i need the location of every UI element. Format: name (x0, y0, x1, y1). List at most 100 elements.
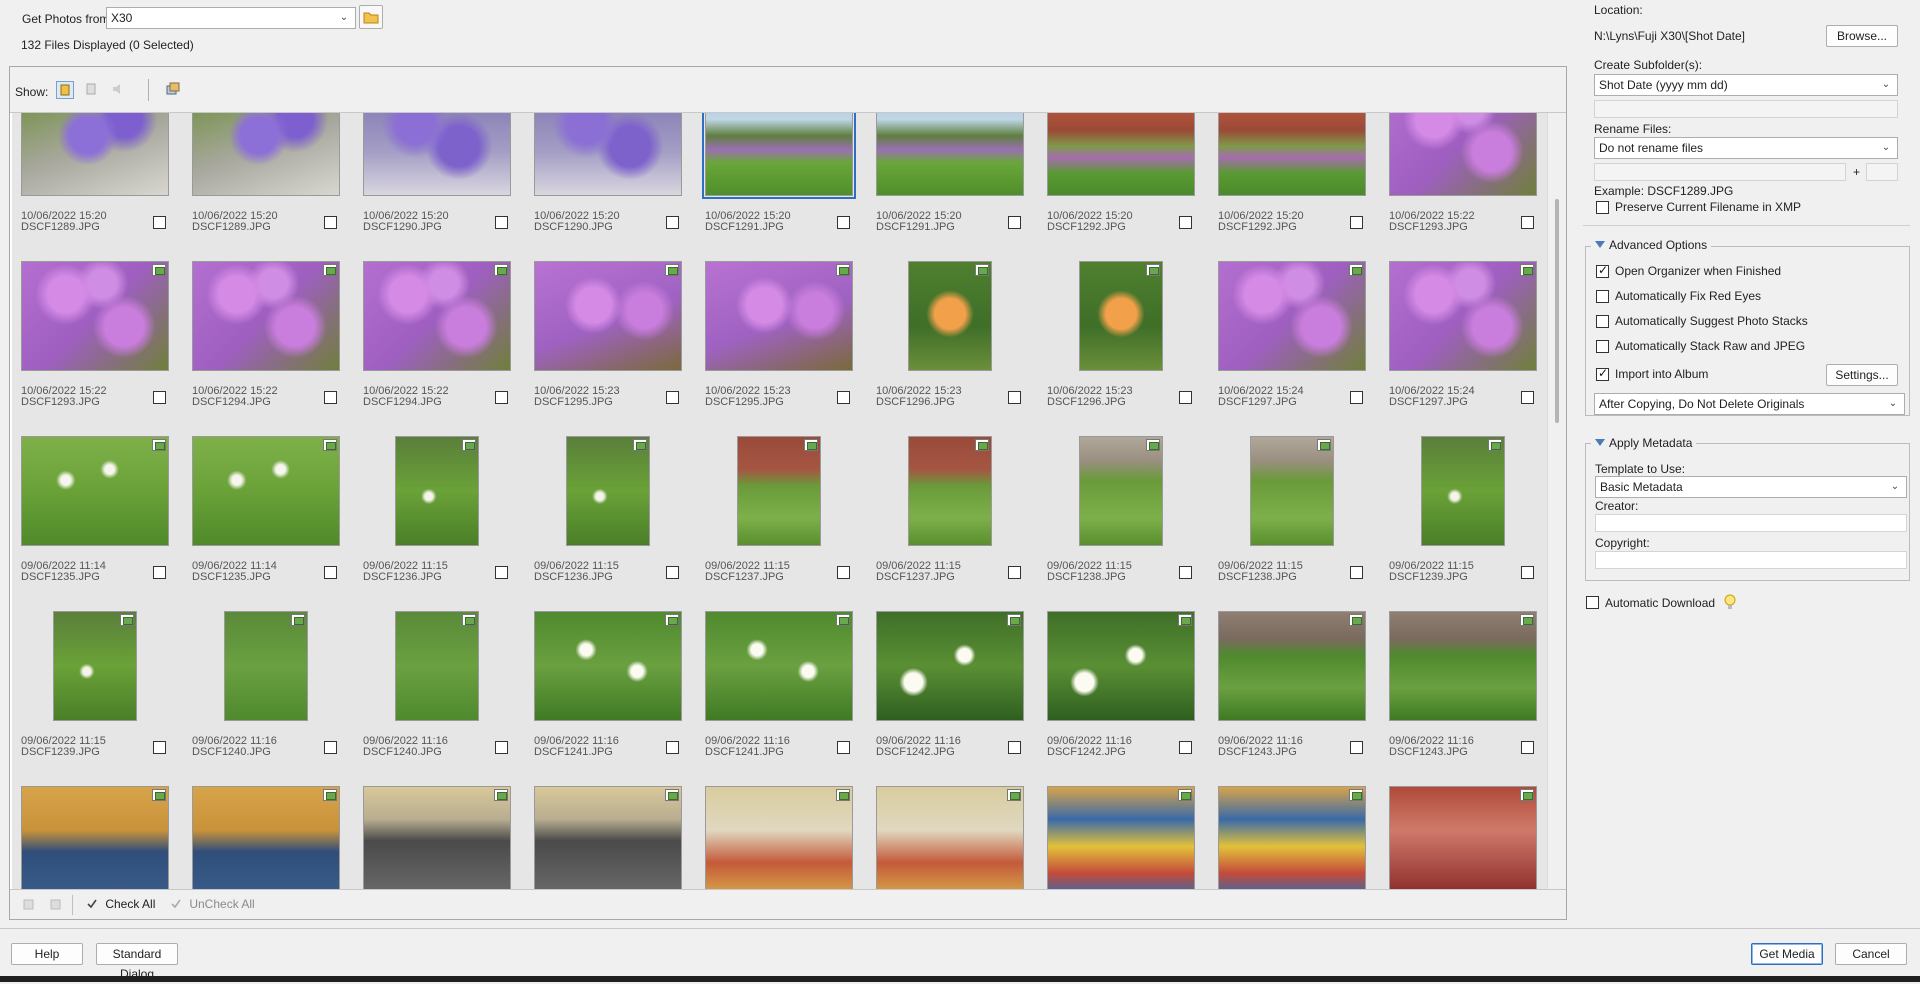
thumbnail-cell[interactable]: 10/06/2022 15:22 DSCF1293.JPG (21, 261, 173, 431)
fix-red-eyes-checkbox[interactable] (1596, 290, 1609, 303)
thumbnail-cell[interactable]: 10/06/2022 15:20 DSCF1289.JPG (21, 113, 173, 256)
thumbnail-checkbox[interactable] (495, 216, 508, 229)
thumbnail-image[interactable] (1218, 611, 1366, 721)
thumbnail-image[interactable] (566, 436, 650, 546)
thumbnail-image[interactable] (1421, 436, 1505, 546)
rename-combo[interactable]: Do not rename files ⌄ (1594, 137, 1898, 159)
thumbnail-cell[interactable]: 10/06/2022 15:22 DSCF1294.JPG (192, 261, 344, 431)
thumbnail-cell[interactable]: 09/06/2022 11:15 DSCF1238.JPG (1218, 436, 1370, 606)
thumbnail-checkbox[interactable] (666, 391, 679, 404)
thumbnail-cell[interactable]: 09/06/2022 11:15 DSCF1238.JPG (1047, 436, 1199, 606)
thumbnail-cell[interactable]: 10/06/2022 15:20 DSCF1291.JPG (876, 113, 1028, 256)
thumbnail-cell[interactable] (1218, 786, 1370, 890)
rotate-left-button[interactable] (22, 897, 36, 911)
thumbnail-image[interactable] (876, 611, 1024, 721)
browse-button[interactable]: Browse... (1826, 25, 1898, 47)
thumbnail-checkbox[interactable] (1350, 391, 1363, 404)
thumbnail-cell[interactable] (21, 786, 173, 890)
thumbnail-image[interactable] (192, 261, 340, 371)
thumbnail-checkbox[interactable] (837, 216, 850, 229)
show-audio-toggle[interactable] (110, 81, 128, 99)
thumbnail-image[interactable] (705, 786, 853, 890)
thumbnail-checkbox[interactable] (324, 216, 337, 229)
thumbnail-cell[interactable]: 10/06/2022 15:23 DSCF1295.JPG (534, 261, 686, 431)
thumbnail-checkbox[interactable] (324, 391, 337, 404)
thumbnail-cell[interactable]: 09/06/2022 11:15 DSCF1236.JPG (363, 436, 515, 606)
thumbnail-image[interactable] (1250, 436, 1334, 546)
thumbnail-cell[interactable]: 09/06/2022 11:15 DSCF1237.JPG (705, 436, 857, 606)
thumbnail-cell[interactable]: 09/06/2022 11:15 DSCF1236.JPG (534, 436, 686, 606)
thumbnail-image[interactable] (1218, 786, 1366, 890)
thumbnail-image[interactable] (363, 261, 511, 371)
thumbnail-cell[interactable] (705, 786, 857, 890)
thumbnail-image[interactable] (702, 113, 856, 199)
thumbnail-cell[interactable]: 10/06/2022 15:22 DSCF1293.JPG (1389, 113, 1541, 256)
thumbnail-cell[interactable]: 09/06/2022 11:16 DSCF1240.JPG (192, 611, 344, 781)
template-combo[interactable]: Basic Metadata ⌄ (1595, 476, 1907, 498)
subfolder-combo[interactable]: Shot Date (yyyy mm dd) ⌄ (1594, 74, 1898, 96)
thumbnail-checkbox[interactable] (495, 391, 508, 404)
thumbnail-cell[interactable] (534, 786, 686, 890)
thumbnail-cell[interactable]: 10/06/2022 15:20 DSCF1290.JPG (534, 113, 686, 256)
thumbnail-image[interactable] (395, 436, 479, 546)
thumbnail-checkbox[interactable] (1179, 566, 1192, 579)
thumbnail-image[interactable] (192, 113, 340, 196)
thumbnail-cell[interactable]: 10/06/2022 15:24 DSCF1297.JPG (1218, 261, 1370, 431)
thumbnail-checkbox[interactable] (153, 741, 166, 754)
thumbnail-checkbox[interactable] (1008, 741, 1021, 754)
thumbnail-image[interactable] (534, 786, 682, 890)
thumbnail-image[interactable] (224, 611, 308, 721)
thumbnail-image[interactable] (1047, 611, 1195, 721)
after-copying-combo[interactable]: After Copying, Do Not Delete Originals ⌄ (1594, 393, 1905, 415)
thumbnail-image[interactable] (1389, 786, 1537, 890)
thumbnail-image[interactable] (21, 113, 169, 196)
apply-metadata-title[interactable]: Apply Metadata (1591, 436, 1697, 450)
thumbnail-image[interactable] (363, 786, 511, 890)
thumbnail-image[interactable] (1047, 113, 1195, 196)
thumbnail-cell[interactable]: 10/06/2022 15:22 DSCF1294.JPG (363, 261, 515, 431)
thumbnail-cell[interactable]: 09/06/2022 11:16 DSCF1243.JPG (1218, 611, 1370, 781)
thumbnail-image[interactable] (21, 786, 169, 890)
thumbnail-checkbox[interactable] (1521, 566, 1534, 579)
thumbnail-image[interactable] (876, 786, 1024, 890)
thumbnail-cell[interactable]: 09/06/2022 11:16 DSCF1241.JPG (534, 611, 686, 781)
grid-scrollbar[interactable] (1547, 113, 1566, 890)
thumbnail-image[interactable] (876, 113, 1024, 196)
thumbnail-image[interactable] (534, 113, 682, 196)
open-organizer-checkbox[interactable] (1596, 263, 1609, 278)
advanced-options-title[interactable]: Advanced Options (1591, 238, 1712, 252)
thumbnail-cell[interactable]: 10/06/2022 15:23 DSCF1296.JPG (876, 261, 1028, 431)
thumbnail-image[interactable] (1389, 113, 1537, 196)
thumbnail-checkbox[interactable] (495, 741, 508, 754)
thumbnail-cell[interactable]: 09/06/2022 11:14 DSCF1235.JPG (21, 436, 173, 606)
thumbnail-cell[interactable]: 09/06/2022 11:16 DSCF1242.JPG (876, 611, 1028, 781)
thumbnail-image[interactable] (1389, 611, 1537, 721)
thumbnail-image[interactable] (1079, 436, 1163, 546)
thumbnail-cell[interactable] (876, 786, 1028, 890)
thumbnail-checkbox[interactable] (1521, 391, 1534, 404)
uncheck-all-button[interactable]: UnCheck All (170, 897, 255, 911)
thumbnail-cell[interactable]: 10/06/2022 15:24 DSCF1297.JPG (1389, 261, 1541, 431)
thumbnail-checkbox[interactable] (1179, 741, 1192, 754)
thumbnail-checkbox[interactable] (1521, 741, 1534, 754)
rename-number-input[interactable] (1866, 163, 1898, 181)
thumbnail-image[interactable] (1047, 786, 1195, 890)
thumbnail-image[interactable] (363, 113, 511, 196)
thumbnail-cell[interactable]: 09/06/2022 11:14 DSCF1235.JPG (192, 436, 344, 606)
thumbnail-cell[interactable]: 10/06/2022 15:20 DSCF1289.JPG (192, 113, 344, 256)
creator-input[interactable] (1595, 514, 1907, 532)
thumbnail-image[interactable] (534, 261, 682, 371)
thumbnail-cell[interactable]: 10/06/2022 15:20 DSCF1292.JPG (1047, 113, 1199, 256)
thumbnail-checkbox[interactable] (153, 566, 166, 579)
thumbnail-checkbox[interactable] (1350, 566, 1363, 579)
thumbnail-image[interactable] (53, 611, 137, 721)
lightbulb-icon[interactable] (1723, 593, 1737, 613)
custom-subfolder-input[interactable] (1594, 100, 1898, 118)
thumbnail-cell[interactable]: 09/06/2022 11:15 DSCF1237.JPG (876, 436, 1028, 606)
thumbnail-cell[interactable]: 09/06/2022 11:15 DSCF1239.JPG (21, 611, 173, 781)
thumbnail-image[interactable] (1079, 261, 1163, 371)
thumbnail-cell[interactable]: 10/06/2022 15:23 DSCF1295.JPG (705, 261, 857, 431)
thumbnail-image[interactable] (192, 436, 340, 546)
thumbnail-image[interactable] (534, 611, 682, 721)
show-videos-toggle[interactable] (83, 81, 101, 99)
